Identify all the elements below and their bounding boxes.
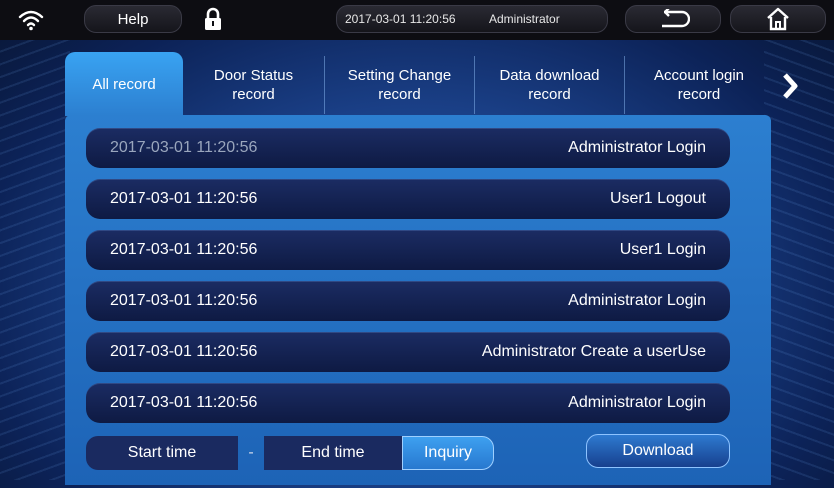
back-arrow-icon — [662, 9, 690, 28]
start-time-field[interactable]: Start time — [86, 436, 238, 470]
tab-label: Account login record — [653, 67, 745, 103]
home-button[interactable] — [730, 5, 826, 33]
record-time: 2017-03-01 11:20:56 — [110, 241, 258, 258]
tab-setting-change-record[interactable]: Setting Change record — [325, 56, 475, 114]
tab-door-status-record[interactable]: Door Status record — [183, 56, 325, 114]
wifi-icon — [18, 10, 44, 31]
record-row[interactable]: 2017-03-01 11:20:56 Administrator Login — [86, 281, 730, 321]
tab-label: Setting Change record — [347, 67, 452, 103]
record-time: 2017-03-01 11:20:56 — [110, 292, 258, 309]
record-event: Administrator Login — [568, 292, 706, 309]
record-row[interactable]: 2017-03-01 11:20:56 Administrator Login — [86, 128, 730, 168]
record-event: User1 Logout — [609, 190, 706, 207]
record-row[interactable]: 2017-03-01 11:20:56 User1 Login — [86, 230, 730, 270]
record-row[interactable]: 2017-03-01 11:20:56 Administrator Create… — [86, 332, 730, 372]
record-event: Administrator Login — [568, 394, 706, 411]
record-time: 2017-03-01 11:20:56 — [110, 139, 258, 156]
datetime-display: 2017-03-01 11:20:56 — [345, 12, 456, 26]
tab-label: Data download record — [499, 67, 600, 103]
tab-account-login-record[interactable]: Account login record — [625, 56, 773, 114]
tab-label: Door Status record — [213, 67, 294, 103]
status-display: 2017-03-01 11:20:56 Administrator — [336, 5, 608, 33]
record-time: 2017-03-01 11:20:56 — [110, 394, 258, 411]
record-row[interactable]: 2017-03-01 11:20:56 Administrator Login — [86, 383, 730, 423]
record-time: 2017-03-01 11:20:56 — [110, 343, 258, 360]
back-button[interactable] — [625, 5, 721, 33]
tab-data-download-record[interactable]: Data download record — [475, 56, 625, 114]
home-icon — [767, 7, 789, 31]
tab-all-record[interactable]: All record — [65, 52, 183, 116]
record-event: Administrator Login — [568, 139, 706, 156]
top-bar: Help 2017-03-01 11:20:56 Administrator — [0, 0, 834, 40]
current-user: Administrator — [489, 12, 560, 26]
record-tabs: All record Door Status record Setting Ch… — [65, 52, 775, 116]
lock-icon[interactable] — [203, 7, 223, 31]
record-row[interactable]: 2017-03-01 11:20:56 User1 Logout — [86, 179, 730, 219]
help-button[interactable]: Help — [84, 5, 182, 33]
decorative-swirl-left — [0, 40, 70, 480]
end-time-field[interactable]: End time — [264, 436, 402, 470]
record-event: User1 Login — [619, 241, 706, 258]
tab-label: All record — [92, 75, 156, 93]
download-button[interactable]: Download — [586, 434, 730, 468]
range-dash: - — [248, 444, 254, 461]
inquiry-button[interactable]: Inquiry — [402, 436, 494, 470]
chevron-right-icon[interactable] — [781, 72, 799, 100]
record-time: 2017-03-01 11:20:56 — [110, 190, 258, 207]
record-event: Administrator Create a userUse — [481, 343, 706, 360]
